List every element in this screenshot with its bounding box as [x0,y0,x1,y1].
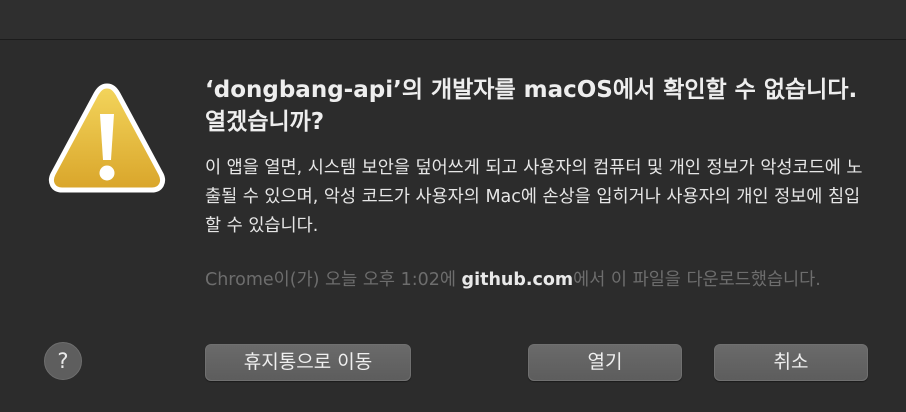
move-to-trash-button[interactable]: 휴지통으로 이동 [205,344,411,381]
source-prefix: Chrome이(가) 오늘 오후 1:02에 [205,270,462,290]
warning-triangle-icon [48,83,166,193]
help-button[interactable]: ? [44,342,82,380]
window-titlebar [0,0,906,40]
open-button[interactable]: 열기 [528,344,682,381]
source-suffix: 에서 이 파일을 다운로드했습니다. [573,270,821,290]
alert-dialog: ‘dongbang-api’의 개발자를 macOS에서 확인할 수 없습니다.… [0,0,906,412]
source-domain: github.com [461,270,574,290]
dialog-message: 이 앱을 열면, 시스템 보안을 덮어쓰게 되고 사용자의 컴퓨터 및 개인 정… [205,158,863,236]
dialog-title: ‘dongbang-api’의 개발자를 macOS에서 확인할 수 없습니다.… [205,77,858,135]
download-source-info: Chrome이(가) 오늘 오후 1:02에 github.com에서 이 파일… [205,266,865,294]
cancel-button[interactable]: 취소 [714,344,868,381]
